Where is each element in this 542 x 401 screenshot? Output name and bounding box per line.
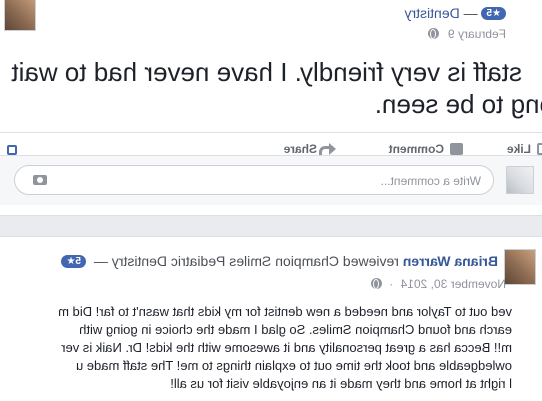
comment-bar: Write a comment...	[0, 155, 542, 205]
post-text-line-2: ong to be seen.	[374, 89, 542, 119]
reactions-summary[interactable]	[1, 142, 17, 156]
comment-input[interactable]: Write a comment...	[14, 165, 494, 195]
comment-icon	[450, 143, 463, 155]
reviewed-word: reviewed	[342, 253, 399, 269]
comment-label: Comment	[388, 142, 444, 156]
globe-icon	[427, 28, 439, 39]
rating-badge: 5★	[61, 255, 87, 268]
mirrored-feed: Dentistry — 5★ February 9 staff is very …	[0, 0, 542, 401]
post-date[interactable]: February 9	[448, 27, 506, 41]
review-text: ved out to Taylor and needed a new denti…	[0, 303, 512, 393]
reviewer-avatar[interactable]	[504, 249, 536, 285]
page-name-link[interactable]: Dentistry	[404, 5, 459, 21]
page-avatar[interactable]	[4, 0, 36, 31]
review-line: owledgeable and took the time out to exp…	[75, 358, 512, 373]
review-header-line: Briana Warren reviewed Champion Smiles P…	[61, 253, 498, 269]
post-meta: February 9	[423, 27, 506, 41]
thumbs-up-icon	[537, 143, 542, 155]
share-icon	[323, 143, 336, 155]
review-line: ved out to Taylor and needed a new denti…	[58, 304, 512, 319]
share-button[interactable]: Share	[284, 142, 342, 156]
meta-dot: ·	[389, 277, 394, 291]
separator: —	[463, 5, 478, 21]
review-card: Briana Warren reviewed Champion Smiles P…	[0, 236, 542, 401]
review-line: l right at home and they made it an enjo…	[170, 376, 512, 391]
like-label: Like	[506, 142, 531, 156]
share-label: Share	[283, 142, 317, 156]
reviewer-name-link[interactable]: Briana Warren	[403, 253, 498, 269]
post-card: Dentistry — 5★ February 9 staff is very …	[0, 0, 542, 216]
divider	[0, 132, 542, 133]
commenter-avatar	[506, 166, 534, 194]
post-text-line-1: staff is very friendly. I have never had…	[11, 57, 522, 87]
review-line: earch and found Champion Smiles. So glad…	[79, 322, 512, 337]
review-line: m!! Becca has a great personality and it…	[61, 340, 512, 355]
review-date[interactable]: November 30, 2014	[401, 277, 506, 291]
camera-icon[interactable]	[33, 175, 47, 185]
like-button[interactable]: Like	[507, 142, 542, 156]
post-header-line: Dentistry — 5★	[404, 5, 510, 21]
reviewed-page-link[interactable]: Champion Smiles Pediatric Dentistry	[112, 253, 339, 269]
comment-placeholder: Write a comment...	[380, 174, 481, 188]
like-reaction-icon	[7, 145, 17, 155]
globe-icon	[370, 278, 382, 289]
review-meta: November 30, 2014 ·	[366, 277, 506, 291]
separator: —	[93, 253, 108, 269]
rating-badge: 5★	[481, 7, 506, 20]
comment-button[interactable]: Comment	[389, 142, 463, 156]
